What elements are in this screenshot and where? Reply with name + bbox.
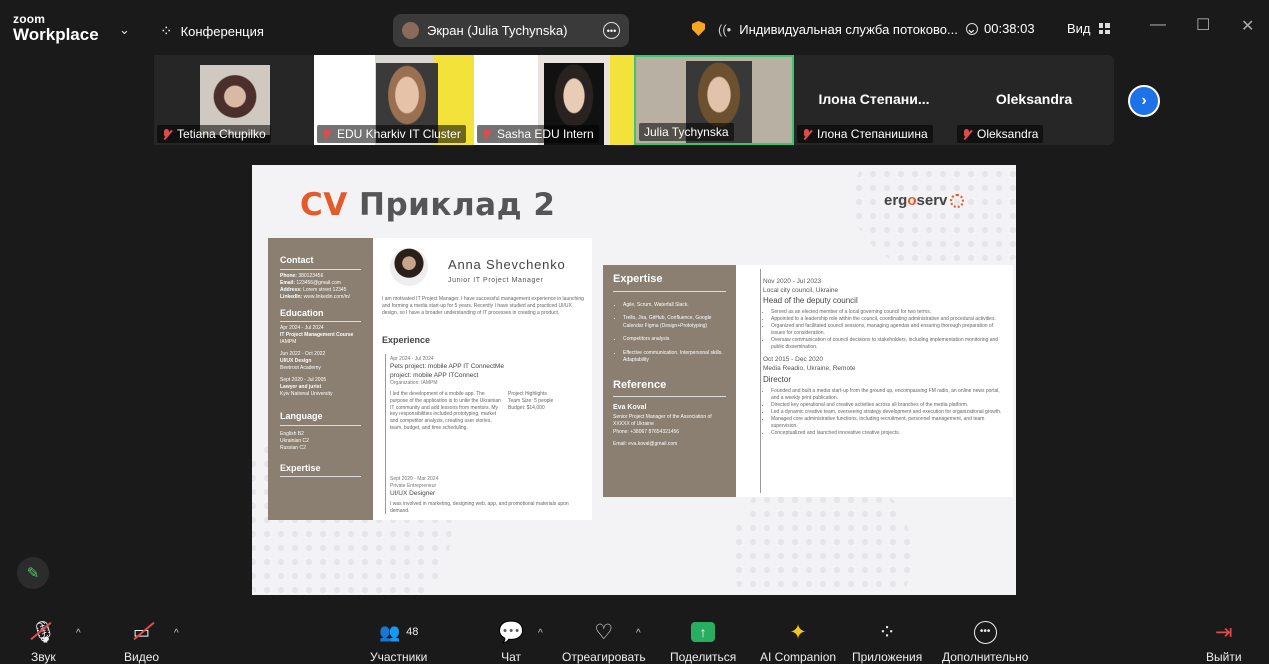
participant-display-name: Oleksandra — [995, 91, 1073, 107]
zoom-logo: zoom Workplace — [13, 12, 99, 44]
more-options-icon[interactable]: ••• — [603, 22, 620, 39]
heart-icon: ♡ — [594, 620, 614, 644]
participant-name-tag: Ілона Степанишина — [797, 125, 933, 143]
apps-button[interactable]: ⁘ Приложения — [852, 620, 922, 664]
audio-button[interactable]: 🎙 Звук — [30, 620, 57, 664]
mic-muted-icon — [162, 128, 172, 140]
participant-tile[interactable]: Tetiana Chupilko — [154, 55, 314, 145]
more-icon: ••• — [973, 620, 997, 644]
minimize-icon[interactable]: — — [1150, 16, 1166, 34]
cv-main: Nov 2020 - Jul 2023 Local city council, … — [760, 269, 1003, 493]
close-icon[interactable]: ✕ — [1241, 16, 1254, 36]
video-options-chevron-icon[interactable]: ^ — [174, 628, 179, 639]
avatar — [402, 22, 419, 39]
clock-icon — [966, 22, 978, 35]
view-button[interactable]: Вид — [1067, 21, 1110, 36]
leave-button[interactable]: ⇥ Выйти — [1206, 620, 1242, 664]
participant-name-tag: Oleksandra — [957, 125, 1044, 143]
participant-tile-active[interactable]: Julia Tychynska — [634, 55, 794, 145]
sparkle-icon: ✦ — [789, 620, 807, 644]
participants-icon: 👥 48 — [378, 622, 419, 642]
chevron-right-icon: › — [1141, 92, 1147, 109]
participant-tile[interactable]: Sasha EDU Intern — [474, 55, 634, 145]
chat-icon: 💬 — [498, 620, 525, 644]
chat-options-chevron-icon[interactable]: ^ — [538, 628, 543, 639]
mic-muted-icon — [482, 128, 492, 140]
cv-photo — [390, 248, 428, 286]
stream-icon: ((• — [718, 21, 732, 37]
conference-button[interactable]: ⁘ Конференция — [160, 22, 264, 40]
chat-button[interactable]: 💬 Чат — [498, 620, 524, 664]
cv-sidebar: Expertise Agile, Scrum, Waterfall Slack.… — [603, 265, 736, 497]
logo-ring-icon — [950, 194, 965, 209]
annotate-pen-icon[interactable]: ✎ — [17, 557, 49, 589]
leave-icon: ⇥ — [1214, 620, 1233, 644]
participant-name-tag: Sasha EDU Intern — [477, 125, 599, 143]
shared-slide: CV Приклад 2 ergoserv Contact Phone: 380… — [252, 165, 1016, 595]
ai-companion-button[interactable]: ✦ AI Companion — [760, 620, 836, 664]
video-button[interactable]: ▭ Видео — [124, 620, 159, 664]
maximize-icon[interactable]: ☐ — [1196, 15, 1210, 35]
mic-muted-icon — [962, 128, 972, 140]
react-button[interactable]: ♡ Отреагировать — [562, 620, 646, 664]
meeting-timer: 00:38:03 — [966, 21, 1035, 36]
participant-display-name: Ілона Степани... — [818, 91, 930, 107]
screen-share-pill[interactable]: Экран (Julia Tychynska) ••• — [393, 14, 629, 47]
app-menu-chevron-icon[interactable]: ⌄ — [119, 22, 130, 38]
next-page-button[interactable]: › — [1128, 85, 1160, 117]
cv-sidebar: Contact Phone: 380123456 Email: 123456@g… — [268, 238, 373, 520]
mic-muted-icon: 🎙 — [30, 620, 57, 644]
participant-tile[interactable]: Ілона Степани... Ілона Степанишина — [794, 55, 954, 145]
share-button[interactable]: ↑ Поделиться — [670, 620, 736, 664]
more-button[interactable]: ••• Дополнительно — [942, 620, 1028, 664]
participant-name-tag: EDU Kharkiv IT Cluster — [317, 125, 466, 143]
participants-button[interactable]: 👥 48 Участники — [370, 620, 427, 664]
react-options-chevron-icon[interactable]: ^ — [636, 628, 641, 639]
slide-title: CV Приклад 2 — [300, 187, 556, 223]
ergoserv-logo: ergoserv — [884, 192, 965, 209]
cv-example-right: Expertise Agile, Scrum, Waterfall Slack.… — [603, 265, 1013, 497]
decorative-dots — [852, 165, 1016, 275]
participant-tile[interactable]: EDU Kharkiv IT Cluster — [314, 55, 474, 145]
share-screen-icon: ↑ — [691, 620, 716, 644]
participant-name-tag: Julia Tychynska — [639, 123, 734, 141]
participant-name-tag: Tetiana Chupilko — [157, 125, 271, 143]
people-icon: ⁘ — [160, 23, 173, 40]
apps-icon: ⁘ — [878, 620, 896, 644]
mic-muted-icon — [322, 128, 332, 140]
audio-options-chevron-icon[interactable]: ^ — [76, 628, 81, 639]
mic-muted-icon — [802, 128, 812, 140]
participant-tile[interactable]: Oleksandra Oleksandra — [954, 55, 1114, 145]
video-off-icon: ▭ — [133, 620, 155, 644]
streaming-service[interactable]: ((• Индивидуальная служба потоково... ⌄ — [718, 21, 977, 37]
cv-example-left: Contact Phone: 380123456 Email: 123456@g… — [268, 238, 592, 520]
grid-view-icon — [1098, 23, 1110, 34]
